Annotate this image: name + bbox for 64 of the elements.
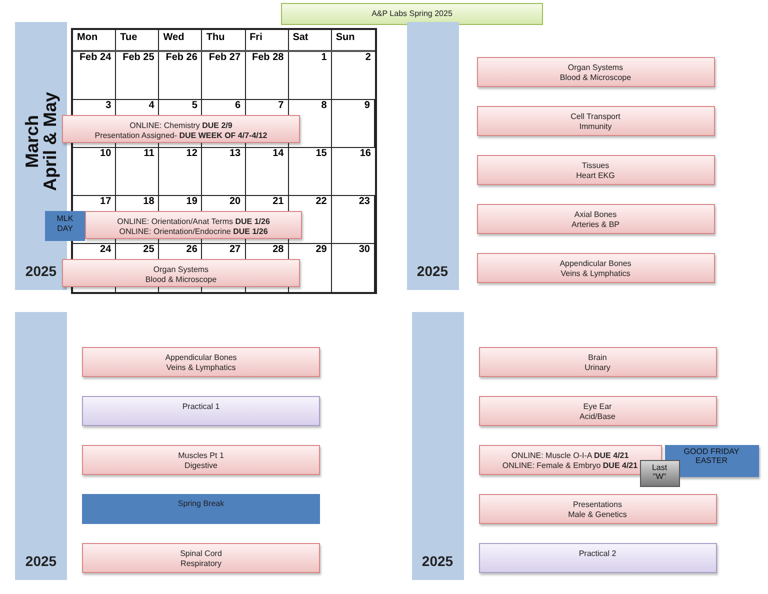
day-cell: 9 [332,100,375,147]
schedule-title: A&P Labs Spring 2025 [281,3,543,25]
event-text: ONLINE: Female & Embryo DUE 4/21 [502,461,638,471]
event-text: Appendicular Bones [560,259,632,269]
weekday-header: Fri [246,30,289,50]
note-text: Last [652,463,668,472]
event-text: Presentations [573,500,622,510]
event-text: Acid/Base [579,412,616,422]
event-text: Urinary [584,363,610,373]
event-text: Cell Transport [570,112,620,122]
day-cell: 23 [332,196,375,243]
event-text: Veins & Lymphatics [166,363,236,373]
day-cell-text: 16 [358,148,372,161]
holiday-text: EASTER [695,456,728,465]
day-cell: 30 [332,244,375,292]
event-text: Arteries & BP [571,220,620,230]
event-text: Tissues [582,161,610,171]
day-cell: Feb 24 [73,52,116,99]
year-label: 2025 [422,552,454,571]
event-text: Spring Break [178,499,224,509]
event-text: Organ Systems [568,63,624,73]
day-cell: 15 [288,148,332,195]
event-text: Male & Genetics [568,510,627,520]
weekday-header: Tue [116,30,160,50]
event-text: Appendicular Bones [165,353,237,363]
weekday-header: Sun [334,31,356,45]
day-cell: 14 [246,148,289,195]
event-text: Digestive [184,461,218,471]
event-text: Respiratory [180,559,222,569]
weekday-header: Mon [73,30,116,50]
weekday-header: Wed [159,30,202,50]
event-text: Veins & Lymphatics [560,269,630,279]
note-text: "W" [652,472,666,481]
holiday-text: GOOD FRIDAY [684,447,740,456]
event-text: Practical 2 [578,549,616,559]
day-cell: Feb 28 [246,52,289,99]
day-cell: 12 [159,148,202,195]
event-text: Brain [588,353,607,363]
day-cell-text: 2 [364,52,372,65]
day-cell: Feb 26 [159,52,202,99]
event-text: Muscles Pt 1 [178,451,224,461]
event-text: ONLINE: Muscle O-I-A DUE 4/21 [511,451,629,461]
day-cell: 1 [288,52,332,99]
year-label: 2025 [25,262,57,281]
year-label: 2025 [416,262,448,281]
holiday-text: MLK [56,214,74,224]
day-cell: Feb 25 [116,52,160,99]
holiday-text: DAY [57,224,73,234]
day-cell: Feb 27 [202,52,246,99]
event-text: Heart EKG [576,171,615,181]
event-text: Axial Bones [574,210,617,220]
event-text: Blood & Microscope [560,73,632,83]
month-label: April & May [41,92,59,192]
day-cell: 11 [116,148,160,195]
event-text: Practical 1 [182,402,220,412]
month-label: March [23,114,41,168]
day-cell: 13 [202,148,246,195]
weekday-header: Thu [202,30,246,50]
weekday-header: Sat [288,30,332,50]
day-cell: 10 [73,148,116,195]
event-text: Spinal Cord [180,549,222,559]
event-text: Immunity [579,122,612,132]
year-label: 2025 [25,552,57,571]
event-text: Eye Ear [583,402,612,412]
